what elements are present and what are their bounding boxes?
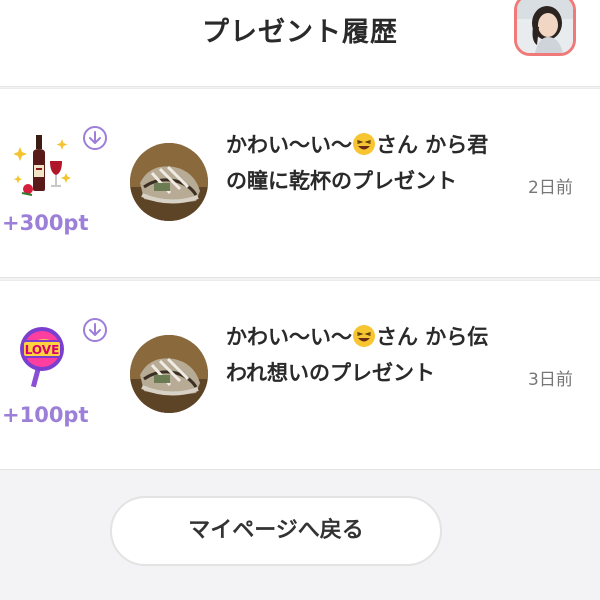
points-earned: +100pt [2, 403, 89, 427]
gift-message: かわい〜い〜 さん から伝われ想いのプレゼント [226, 319, 494, 391]
wine-bottle-gift-icon [13, 133, 74, 197]
gift-time: 3日前 [528, 370, 573, 390]
love-uchiwa-gift-icon: LOVE [14, 325, 74, 389]
gift-time: 2日前 [528, 178, 573, 198]
sender-avatar[interactable] [130, 143, 208, 221]
gift-history-item[interactable]: +300pt かわい〜い〜 さん から君の瞳に乾杯のプレゼント 2日前 [0, 88, 600, 278]
sender-name: かわい〜い〜 [226, 325, 352, 349]
download-icon[interactable] [82, 317, 108, 343]
user-avatar-photo [517, 0, 573, 53]
gift-message: かわい〜い〜 さん から君の瞳に乾杯のプレゼント [226, 127, 494, 199]
header: プレゼント履歴 [0, 0, 600, 87]
download-icon[interactable] [82, 125, 108, 151]
sender-name: かわい〜い〜 [226, 133, 352, 157]
back-to-mypage-button[interactable]: マイページへ戻る [110, 496, 442, 566]
laughing-face-emoji-icon [352, 323, 376, 347]
page-title: プレゼント履歴 [202, 17, 398, 48]
laughing-face-emoji-icon [352, 131, 376, 155]
sender-avatar[interactable] [130, 335, 208, 413]
present-history-page: プレゼント履歴 +300pt かわい〜い〜 さん から君の瞳に乾杯のプレゼント … [0, 0, 600, 600]
user-avatar-icon[interactable] [514, 0, 576, 56]
points-earned: +300pt [2, 211, 89, 235]
svg-text:LOVE: LOVE [25, 343, 60, 357]
gift-history-item[interactable]: LOVE +100pt かわい〜い〜 さん から伝われ想いのプレゼント 3日前 [0, 280, 600, 470]
